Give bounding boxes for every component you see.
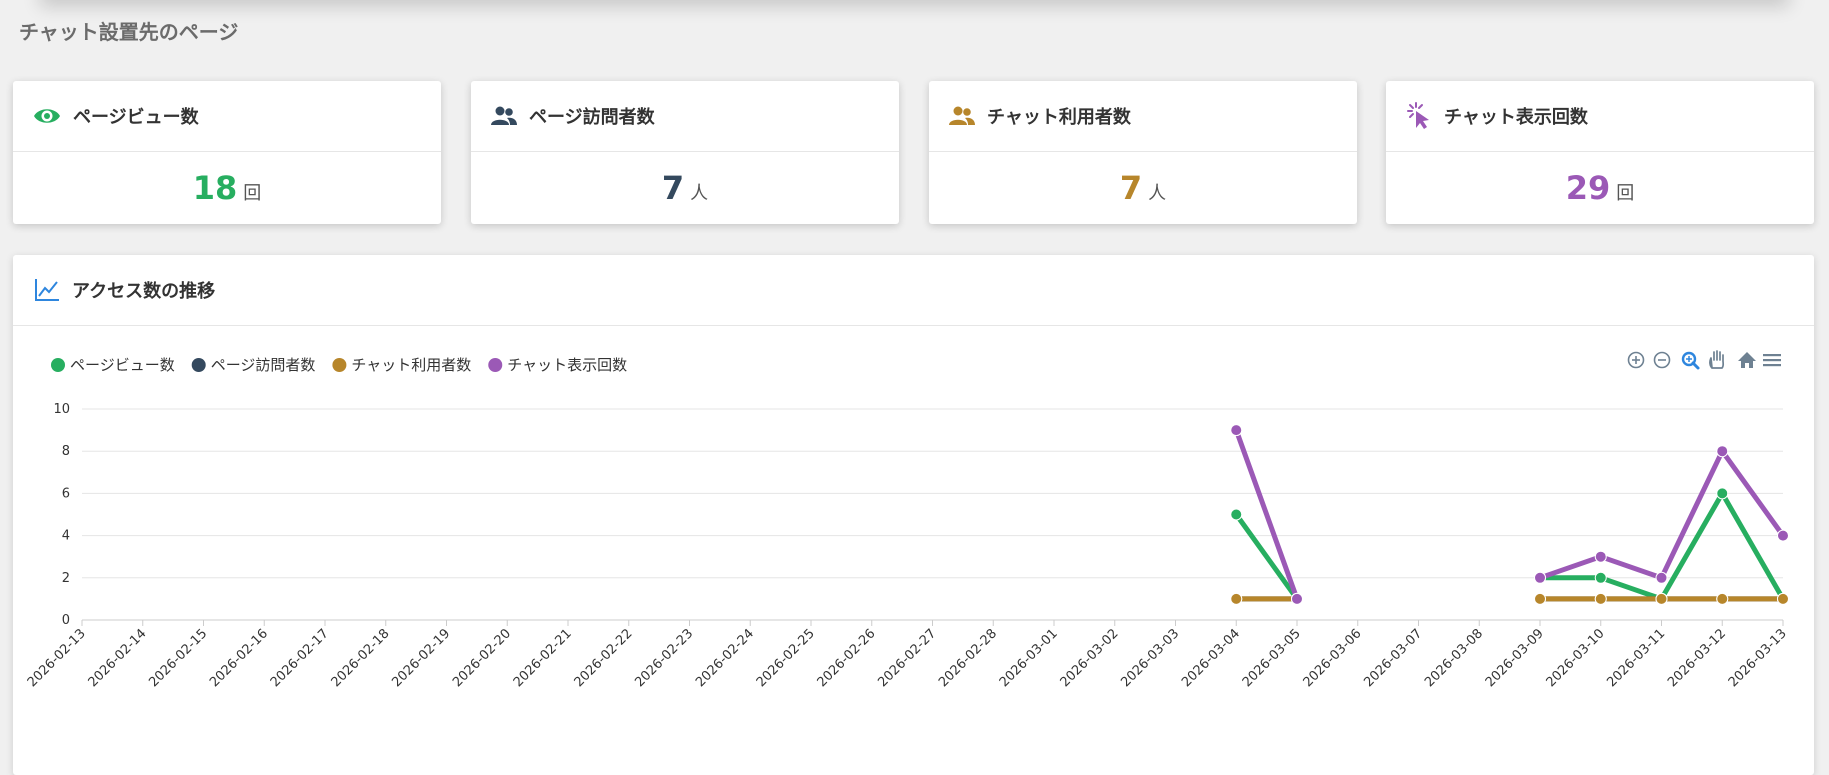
data-point[interactable]: [1291, 592, 1303, 605]
legend-item[interactable]: ページ訪問者数: [211, 356, 316, 374]
x-tick-label: 2026-02-16: [207, 626, 271, 690]
x-tick-label: 2026-02-28: [936, 626, 1000, 690]
x-tick-label: 2026-03-02: [1058, 626, 1122, 690]
y-tick-label: 8: [62, 444, 70, 459]
legend-marker[interactable]: [191, 358, 206, 372]
legend-item[interactable]: チャット利用者数: [351, 356, 471, 374]
x-tick-label: 2026-03-06: [1301, 626, 1365, 690]
data-point[interactable]: [1230, 592, 1243, 605]
data-point[interactable]: [1716, 445, 1729, 458]
x-tick-label: 2026-02-18: [329, 626, 393, 690]
x-tick-label: 2026-02-22: [572, 626, 636, 690]
y-tick-label: 10: [53, 402, 70, 417]
y-tick-label: 4: [62, 529, 70, 544]
x-tick-label: 2026-02-14: [86, 626, 150, 690]
x-tick-label: 2026-02-26: [815, 626, 879, 690]
x-tick-label: 2026-02-24: [693, 626, 757, 690]
data-point[interactable]: [1716, 592, 1729, 605]
x-tick-label: 2026-02-20: [450, 626, 514, 690]
legend-marker[interactable]: [51, 358, 65, 372]
legend-item[interactable]: チャット表示回数: [507, 356, 627, 374]
x-tick-label: 2026-02-15: [146, 626, 210, 690]
data-point[interactable]: [1594, 592, 1607, 605]
x-tick-label: 2026-02-17: [268, 626, 332, 690]
x-tick-label: 2026-03-01: [997, 626, 1061, 690]
legend-item[interactable]: ページビュー数: [70, 356, 175, 374]
x-tick-label: 2026-03-09: [1483, 626, 1547, 690]
home-icon[interactable]: [1738, 352, 1756, 368]
x-tick-label: 2026-03-13: [1726, 626, 1790, 690]
legend-marker[interactable]: [488, 358, 503, 372]
series-line: [1233, 512, 1300, 602]
data-point[interactable]: [1716, 487, 1729, 500]
series-line: [1537, 448, 1786, 581]
y-tick-label: 6: [62, 486, 70, 501]
menu-icon[interactable]: [1763, 354, 1781, 367]
x-tick-label: 2026-03-03: [1118, 626, 1182, 690]
y-tick-label: 2: [62, 571, 70, 586]
x-tick-label: 2026-02-25: [754, 626, 818, 690]
x-tick-label: 2026-03-08: [1422, 626, 1486, 690]
data-point[interactable]: [1777, 529, 1789, 542]
data-point[interactable]: [1655, 592, 1668, 605]
data-point[interactable]: [1594, 571, 1607, 584]
x-tick-label: 2026-03-07: [1361, 626, 1425, 690]
data-point[interactable]: [1534, 592, 1546, 605]
zoom-out-icon[interactable]: [1653, 351, 1671, 369]
x-tick-label: 2026-03-05: [1240, 626, 1304, 690]
y-tick-label: 0: [62, 613, 70, 628]
data-point[interactable]: [1230, 508, 1243, 521]
x-tick-label: 2026-03-12: [1665, 626, 1729, 690]
x-tick-label: 2026-03-04: [1179, 626, 1243, 690]
x-tick-label: 2026-03-11: [1604, 626, 1668, 690]
x-tick-label: 2026-02-23: [632, 626, 696, 690]
x-tick-label: 2026-02-27: [875, 626, 939, 690]
data-point[interactable]: [1594, 550, 1607, 563]
x-tick-label: 2026-02-13: [25, 626, 89, 690]
line-chart[interactable]: 02468102026-02-132026-02-142026-02-15202…: [0, 0, 1829, 759]
data-point[interactable]: [1230, 424, 1243, 437]
x-tick-label: 2026-02-21: [511, 626, 575, 690]
data-point[interactable]: [1534, 571, 1546, 584]
legend-marker[interactable]: [332, 358, 347, 372]
x-tick-label: 2026-02-19: [389, 626, 453, 690]
zoom-in-icon[interactable]: [1627, 351, 1645, 369]
series-line: [1233, 427, 1300, 602]
data-point[interactable]: [1655, 571, 1668, 584]
pan-hand-icon[interactable]: [1709, 350, 1725, 369]
x-tick-label: 2026-03-10: [1544, 626, 1608, 690]
data-point[interactable]: [1777, 592, 1789, 605]
zoom-selection-icon[interactable]: [1681, 351, 1700, 370]
